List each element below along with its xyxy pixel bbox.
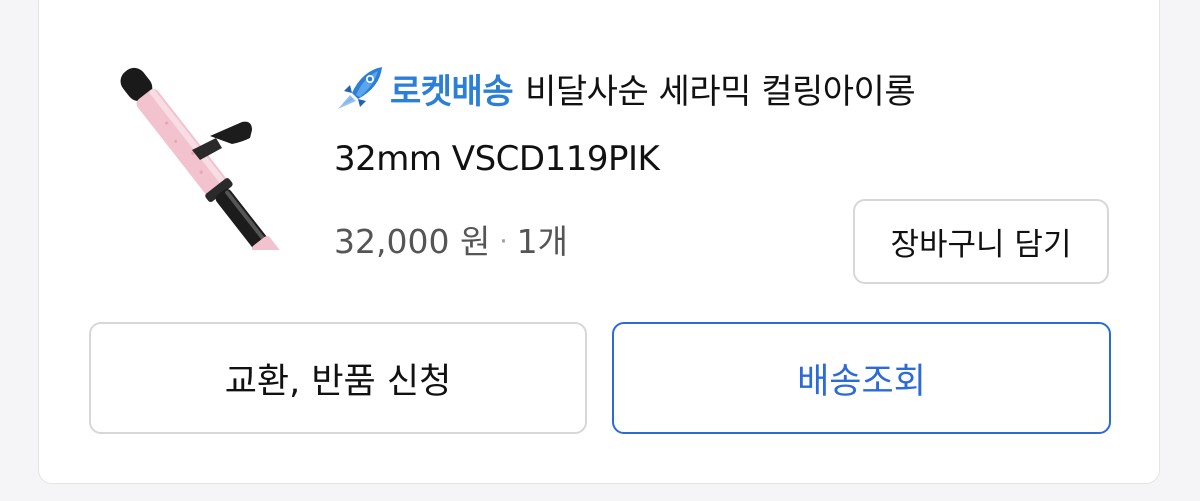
product-title-line2[interactable]: 32mm VSCD119PIK [334, 136, 660, 182]
rocket-delivery-label: 로켓배송 [390, 71, 514, 112]
curling-iron-image [120, 67, 284, 272]
rocket-icon [338, 67, 382, 109]
return-exchange-button[interactable]: 교환, 반품 신청 [89, 322, 587, 434]
product-title-text: 비달사순 세라믹 컬링아이롱 [525, 71, 916, 112]
track-delivery-button[interactable]: 배송조회 [612, 322, 1111, 434]
separator-dot: · [499, 227, 508, 257]
price-quantity-row: 32,000 원 · 1개 [334, 218, 568, 266]
product-price: 32,000 원 [334, 222, 491, 261]
product-image[interactable] [92, 58, 294, 272]
add-to-cart-button[interactable]: 장바구니 담기 [853, 199, 1109, 284]
rocket-delivery-badge: 로켓배송 [334, 64, 514, 113]
product-title-line1[interactable]: 로켓배송 비달사순 세라믹 컬링아이롱 [334, 64, 916, 113]
product-quantity: 1개 [516, 222, 568, 261]
